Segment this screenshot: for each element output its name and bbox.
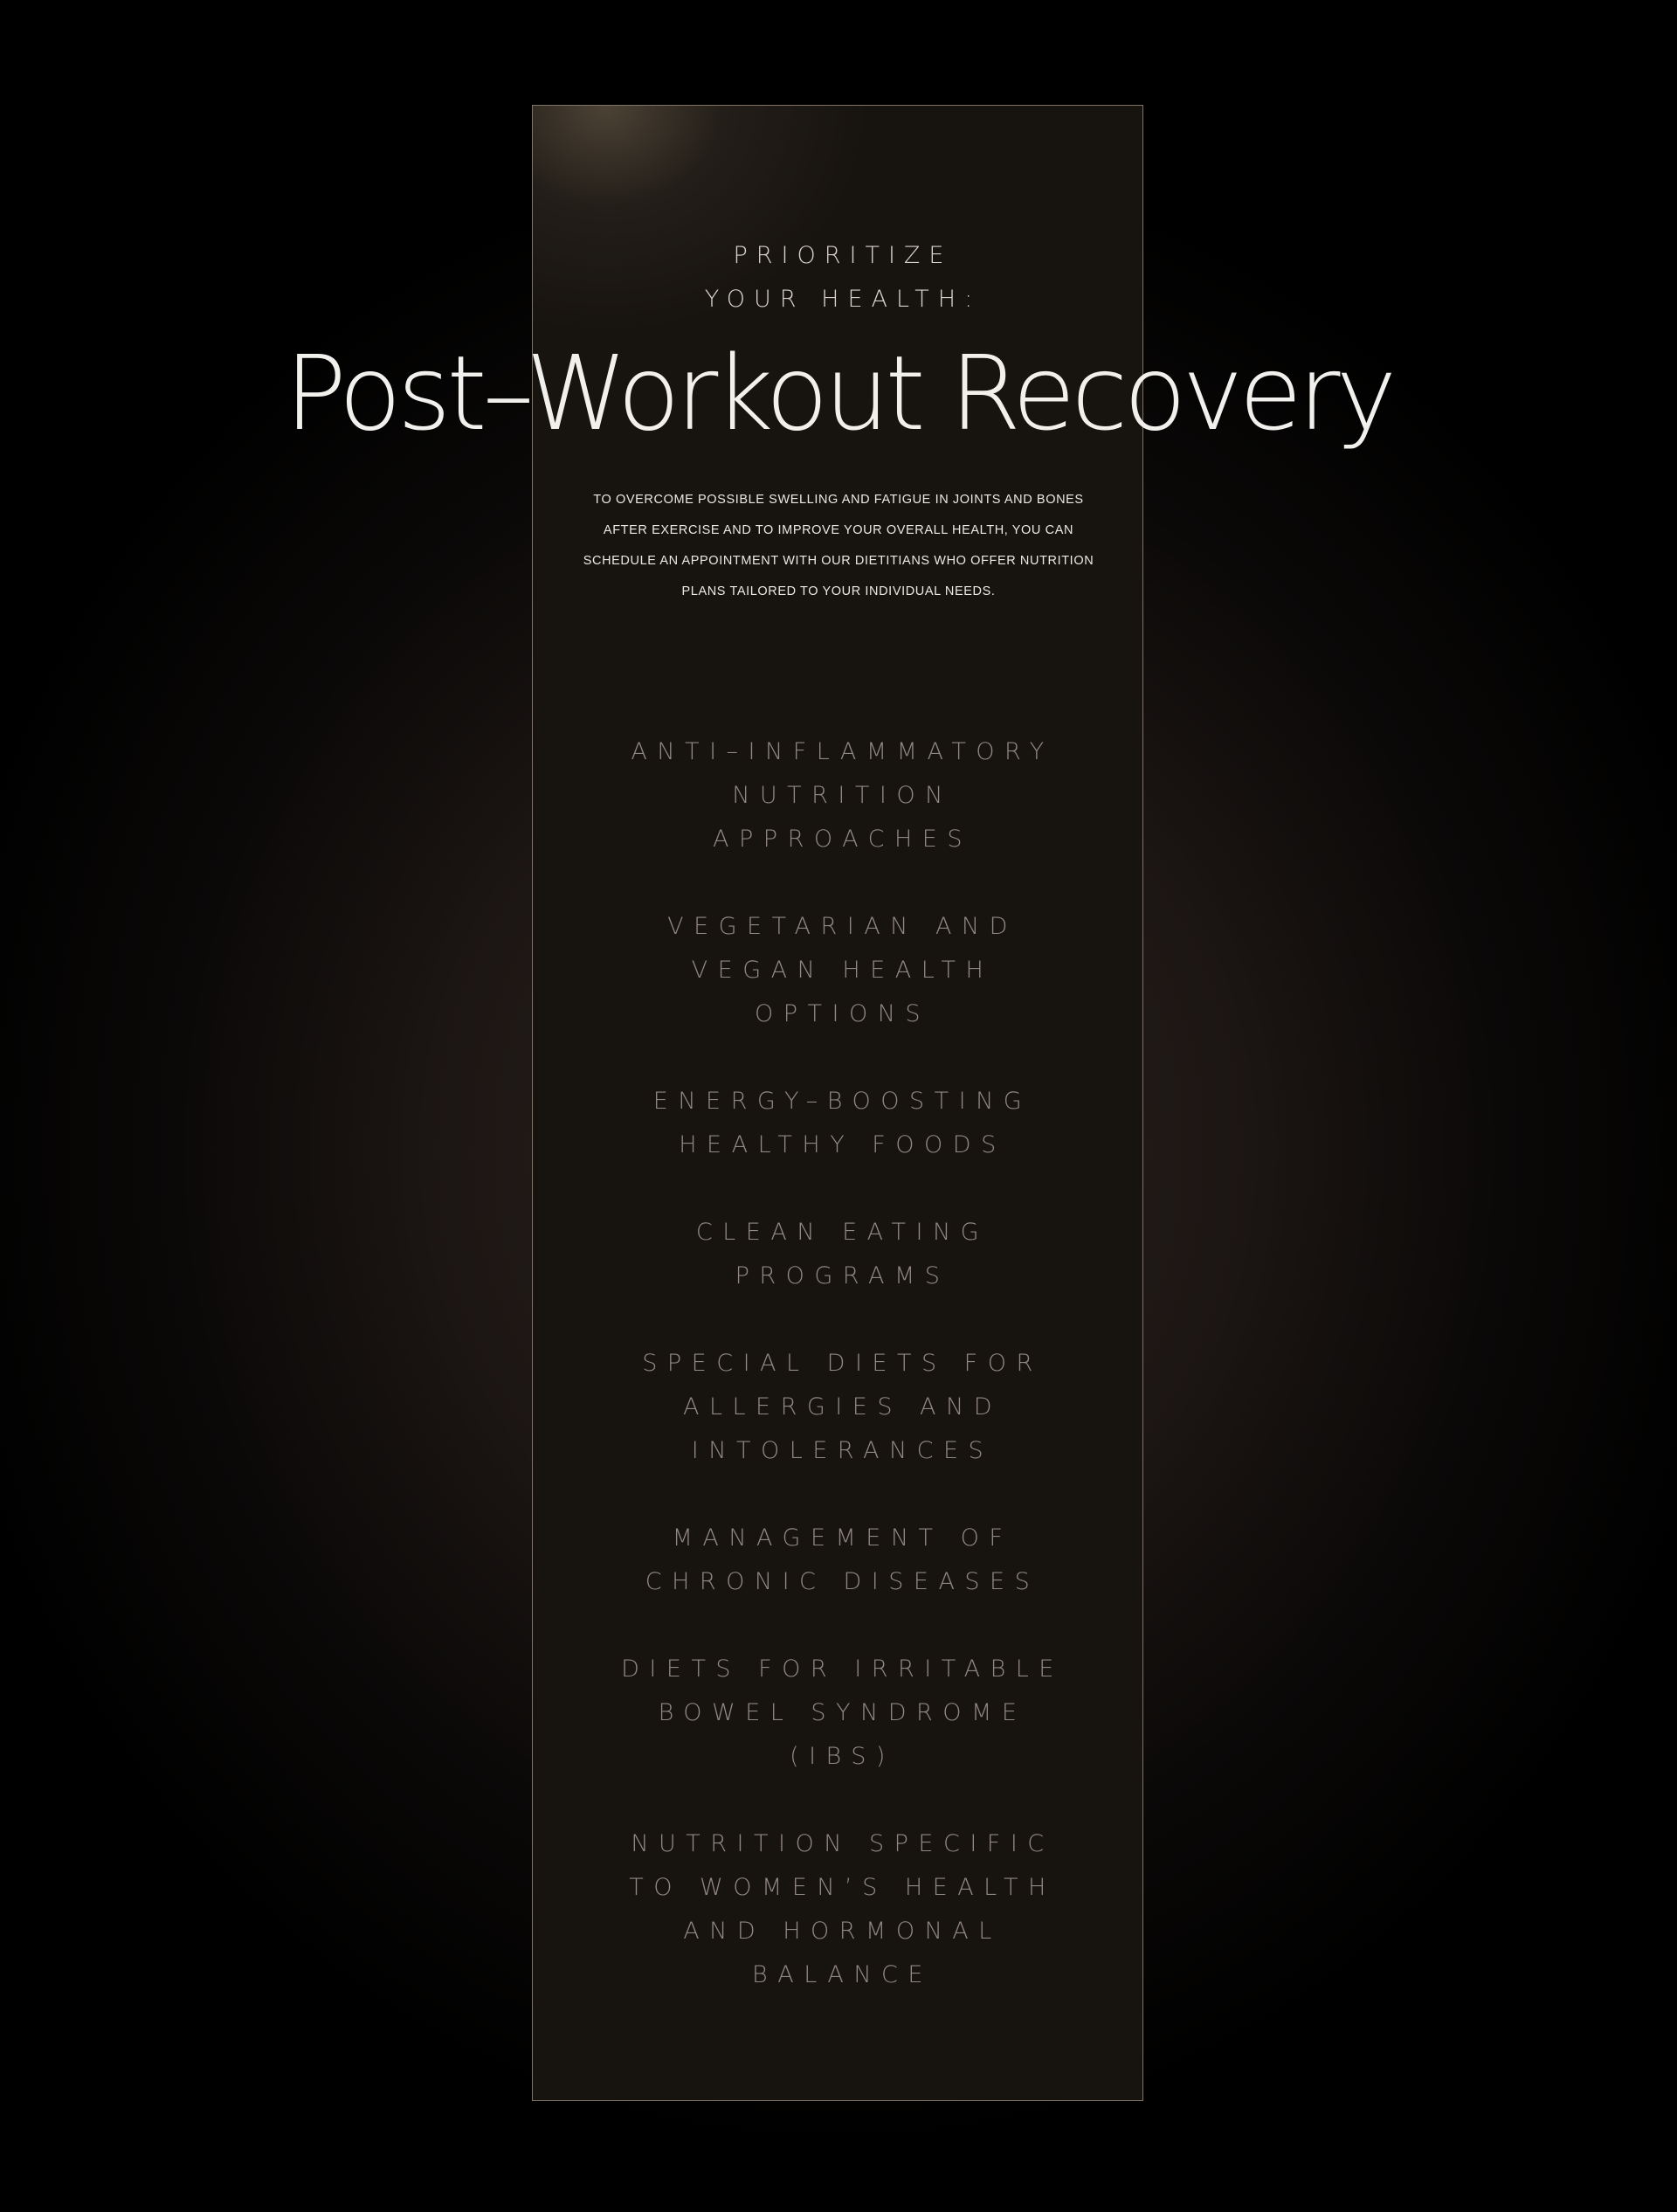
service-item-anti-inflammatory: ANTI–INFLAMMATORY NUTRITION APPROACHES (532, 730, 1143, 861)
service-line: PROGRAMS (735, 1262, 950, 1289)
intro-paragraph: TO OVERCOME POSSIBLE SWELLING AND FATIGU… (559, 485, 1118, 607)
services-list: ANTI–INFLAMMATORY NUTRITION APPROACHES V… (532, 730, 1143, 2041)
service-line: MANAGEMENT OF (672, 1524, 1013, 1552)
service-line: INTOLERANCES (691, 1437, 994, 1464)
service-line: CHRONIC DISEASES (645, 1568, 1040, 1595)
service-line: ANTI–INFLAMMATORY (631, 738, 1054, 765)
service-line: CLEAN EATING (695, 1219, 990, 1246)
service-line: TO WOMEN’S HEALTH (629, 1874, 1056, 1901)
intro-line: TO OVERCOME POSSIBLE SWELLING AND FATIGU… (593, 493, 1084, 507)
service-line: OPTIONS (754, 1000, 931, 1027)
intro-line: PLANS TAILORED TO YOUR INDIVIDUAL NEEDS. (681, 584, 996, 598)
service-line: DIETS FOR IRRITABLE (621, 1656, 1064, 1683)
service-item-special-diets: SPECIAL DIETS FOR ALLERGIES AND INTOLERA… (532, 1342, 1143, 1473)
service-line: AND HORMONAL (683, 1918, 1002, 1945)
intro-line: SCHEDULE AN APPOINTMENT WITH OUR DIETITI… (583, 554, 1094, 568)
service-line: ENERGY–BOOSTING (652, 1088, 1032, 1115)
service-item-womens-health: NUTRITION SPECIFIC TO WOMEN’S HEALTH AND… (532, 1822, 1143, 1997)
service-line: HEALTHY FOODS (679, 1131, 1006, 1158)
service-line: NUTRITION (732, 782, 953, 809)
service-line: VEGAN HEALTH (691, 957, 994, 984)
service-line: (IBS) (790, 1743, 895, 1770)
service-item-clean-eating: CLEAN EATING PROGRAMS (532, 1211, 1143, 1298)
service-line: BOWEL SYNDROME (658, 1699, 1027, 1726)
service-line: APPROACHES (713, 826, 972, 853)
eyebrow-heading: PRIORITIZE YOUR HEALTH: (0, 234, 1677, 321)
service-item-chronic-diseases: MANAGEMENT OF CHRONIC DISEASES (532, 1517, 1143, 1604)
service-item-vegetarian-vegan: VEGETARIAN AND VEGAN HEALTH OPTIONS (532, 905, 1143, 1036)
service-line: VEGETARIAN AND (667, 913, 1018, 940)
service-item-energy-boosting: ENERGY–BOOSTING HEALTHY FOODS (532, 1080, 1143, 1167)
eyebrow-line: PRIORITIZE (733, 242, 953, 269)
intro-line: AFTER EXERCISE AND TO IMPROVE YOUR OVERA… (603, 523, 1074, 537)
service-line: SPECIAL DIETS FOR (642, 1350, 1043, 1377)
service-line: BALANCE (752, 1961, 933, 1988)
eyebrow-line: YOUR HEALTH: (704, 286, 982, 313)
service-line: NUTRITION SPECIFIC (631, 1830, 1054, 1857)
service-item-ibs-diets: DIETS FOR IRRITABLE BOWEL SYNDROME (IBS) (532, 1648, 1143, 1779)
service-line: ALLERGIES AND (683, 1393, 1002, 1421)
page-title: Post–Workout Recovery (284, 333, 1398, 453)
